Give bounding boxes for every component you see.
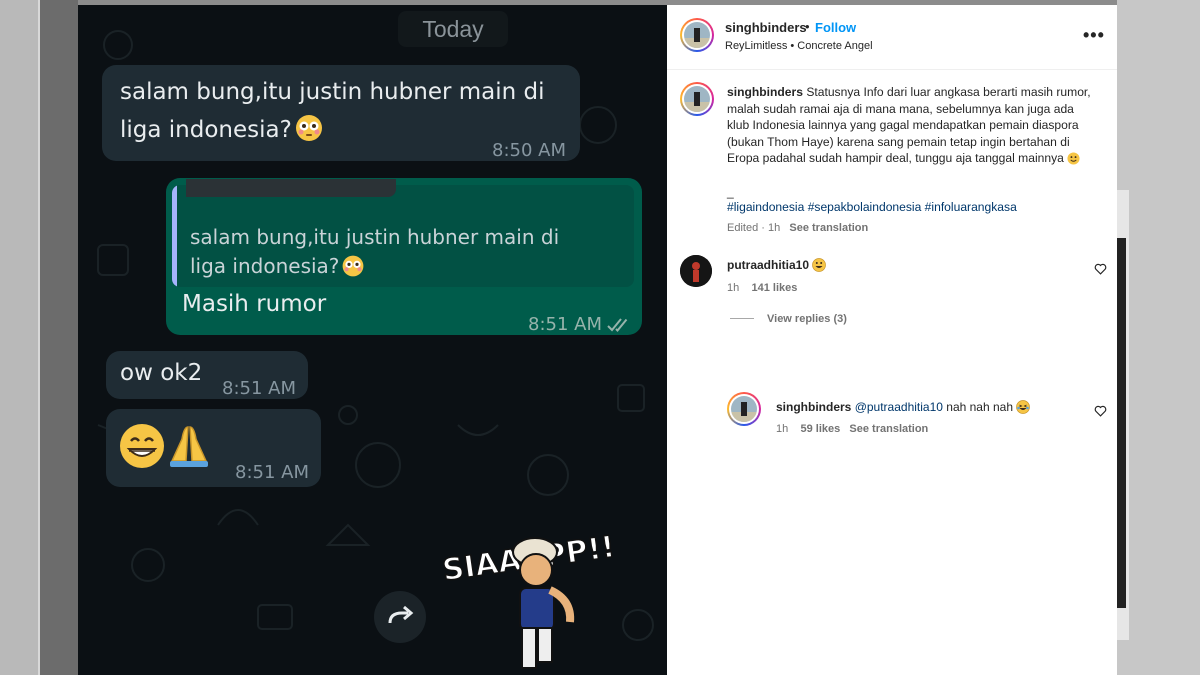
heart-icon[interactable] (1094, 263, 1107, 275)
comment-username[interactable]: putraadhitia10 (727, 258, 809, 272)
quoted-text: salam bung,itu justin hubner main di lig… (190, 225, 560, 278)
message-time: 8:51 AM (222, 378, 296, 399)
right-page (1117, 0, 1200, 675)
message-text: Masih rumor (182, 291, 327, 317)
view-replies-button[interactable]: View replies (3) (767, 313, 847, 325)
reply-text: singhbinders @putraadhitia10 nah nah nah (776, 400, 1031, 414)
outgoing-reply-message[interactable]: salam bung,itu justin hubner main di lig… (166, 178, 642, 335)
replies-divider (730, 318, 754, 319)
post-header: singhbinders • Follow ReyLimitless • Con… (667, 5, 1117, 70)
comment-meta: 1h 141 likes (727, 282, 797, 294)
reply-body: nah nah nah (946, 400, 1014, 414)
forward-icon (388, 605, 414, 624)
smiling-emoji-icon (1067, 152, 1080, 165)
message-text: salam bung,itu justin hubner main di lig… (120, 79, 545, 143)
instagram-post-panel: singhbinders • Follow ReyLimitless • Con… (667, 5, 1117, 675)
left-edge (0, 0, 40, 675)
incoming-emoji-message[interactable]: 8:51 AM (106, 409, 321, 487)
reply-username[interactable]: singhbinders (776, 400, 851, 414)
avatar[interactable] (680, 18, 714, 52)
message-text: ow ok2 (120, 360, 203, 386)
avatar[interactable] (680, 82, 714, 116)
message-time: 8:50 AM (492, 140, 566, 161)
comment-likes[interactable]: 141 likes (751, 282, 797, 294)
siap-sticker: SIAAAPP!! (432, 510, 632, 675)
praying-hands-emoji-icon (170, 426, 208, 467)
forward-button[interactable] (374, 591, 426, 643)
date-separator: Today (398, 11, 508, 47)
avatar[interactable] (680, 255, 712, 287)
grinning-emoji-icon (812, 258, 827, 272)
see-translation-link[interactable]: See translation (849, 423, 928, 435)
flushed-emoji-icon (295, 115, 322, 141)
message-time: 8:51 AM (235, 462, 309, 483)
backdrop (40, 0, 78, 675)
redacted-name (186, 179, 396, 197)
avatar[interactable] (727, 392, 761, 426)
more-icon[interactable]: ••• (1083, 25, 1105, 46)
emoji-group (118, 421, 214, 475)
grinning-emoji-icon (120, 424, 164, 468)
reply-time: 1h (776, 423, 789, 435)
post-username[interactable]: singhbinders (725, 20, 807, 35)
follow-button[interactable]: Follow (815, 20, 856, 35)
separator-dot: • (805, 19, 810, 34)
right-dark (1117, 238, 1126, 608)
audio-attribution[interactable]: ReyLimitless • Concrete Angel (725, 40, 873, 52)
caption-dash: _ (727, 185, 734, 199)
quote-bar (172, 185, 177, 287)
hashtags[interactable]: #ligaindonesia #sepakbolaindonesia #info… (727, 200, 1017, 214)
laughing-emoji-icon (1016, 400, 1031, 414)
reply-mention[interactable]: @putraadhitia10 (855, 400, 943, 414)
quoted-message[interactable]: salam bung,itu justin hubner main di lig… (172, 185, 634, 287)
caption-meta: Edited · 1h See translation (727, 222, 868, 234)
heart-icon[interactable] (1094, 405, 1107, 417)
incoming-message[interactable]: salam bung,itu justin hubner main di lig… (102, 65, 580, 161)
reply-meta: 1h 59 likes See translation (776, 423, 928, 435)
caption-username[interactable]: singhbinders (727, 85, 803, 99)
comment-text: putraadhitia10 (727, 258, 827, 272)
double-check-icon (607, 318, 628, 332)
comment-time: 1h (727, 282, 740, 294)
flushed-emoji-icon (343, 255, 364, 277)
incoming-message[interactable]: ow ok2 8:51 AM (106, 351, 308, 399)
edited-label: Edited · 1h (727, 222, 781, 234)
post-caption: singhbinders Statusnya Info dari luar an… (727, 84, 1095, 167)
reply-likes[interactable]: 59 likes (800, 423, 840, 435)
post-image-chat: Today salam bung,itu justin hubner main … (78, 5, 667, 675)
see-translation-link[interactable]: See translation (789, 222, 868, 234)
message-time: 8:51 AM (528, 314, 632, 335)
